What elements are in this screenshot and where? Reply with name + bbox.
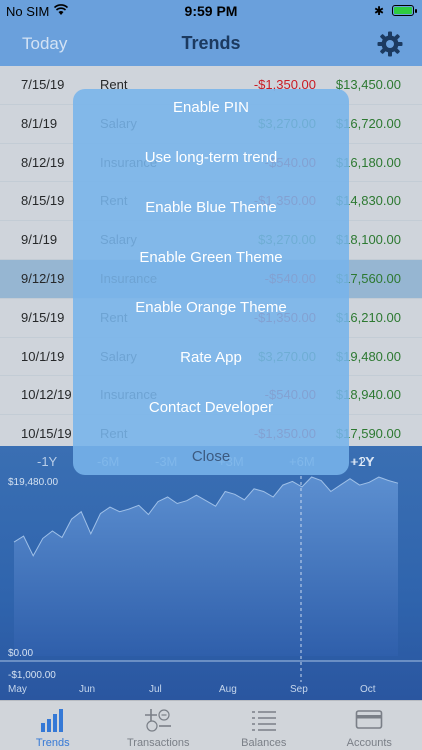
menu-item[interactable]: Use long-term trend — [73, 149, 349, 166]
menu-item[interactable]: Enable Green Theme — [73, 249, 349, 266]
tab-label: Transactions — [126, 737, 190, 749]
menu-item[interactable]: Enable PIN — [73, 99, 349, 116]
trend-area — [14, 477, 398, 656]
x-axis-label: Jul — [149, 684, 162, 695]
bluetooth-icon: ✱ — [373, 4, 384, 18]
menu-item[interactable]: Rate App — [73, 349, 349, 366]
tab-accounts[interactable]: Accounts — [317, 701, 422, 750]
bar-chart-icon — [40, 709, 63, 732]
plus-minus-icon — [145, 709, 172, 732]
y-label-max: $19,480.00 — [8, 477, 59, 488]
menu-item[interactable]: Enable Orange Theme — [73, 299, 349, 316]
trend-area-chart — [0, 476, 422, 682]
x-axis-label: Jun — [79, 684, 96, 695]
menu-item[interactable]: Contact Developer — [73, 399, 349, 416]
tab-trends[interactable]: Trends — [0, 701, 106, 750]
tab-label: Balances — [241, 737, 287, 749]
menu-item[interactable]: Enable Blue Theme — [73, 199, 349, 216]
y-label-min: -$1,000.00 — [8, 670, 56, 681]
page-title: Trends — [181, 33, 241, 53]
x-axis-label: Sep — [290, 684, 308, 695]
nav-bar: Today Trends — [0, 22, 422, 66]
x-axis-label: Oct — [360, 684, 376, 695]
tab-transactions[interactable]: Transactions — [106, 701, 212, 750]
battery-icon — [392, 5, 417, 16]
card-icon — [355, 710, 383, 729]
y-label-zero: $0.00 — [8, 648, 34, 659]
clock: 9:59 PM — [184, 3, 238, 19]
gear-icon[interactable] — [376, 30, 404, 58]
x-axis-label: Aug — [219, 684, 237, 695]
settings-menu: Enable PIN Use long-term trend Enable Blue… — [73, 89, 349, 475]
tab-bar: Trends Transactions Balances Accounts — [0, 700, 422, 750]
x-axis-label: May — [8, 684, 27, 695]
trend-chart: -1Y-6M-3M+3M+6M+1Y+2Y $19,480.00 $0.00 -… — [0, 446, 422, 700]
tab-balances[interactable]: Balances — [211, 701, 317, 750]
tab-label: Trends — [35, 737, 70, 749]
list-icon — [251, 711, 276, 731]
tab-label: Accounts — [346, 737, 392, 749]
close-button[interactable]: Close — [73, 448, 349, 465]
status-bar: No SIM 9:59 PM ✱ — [0, 0, 422, 22]
